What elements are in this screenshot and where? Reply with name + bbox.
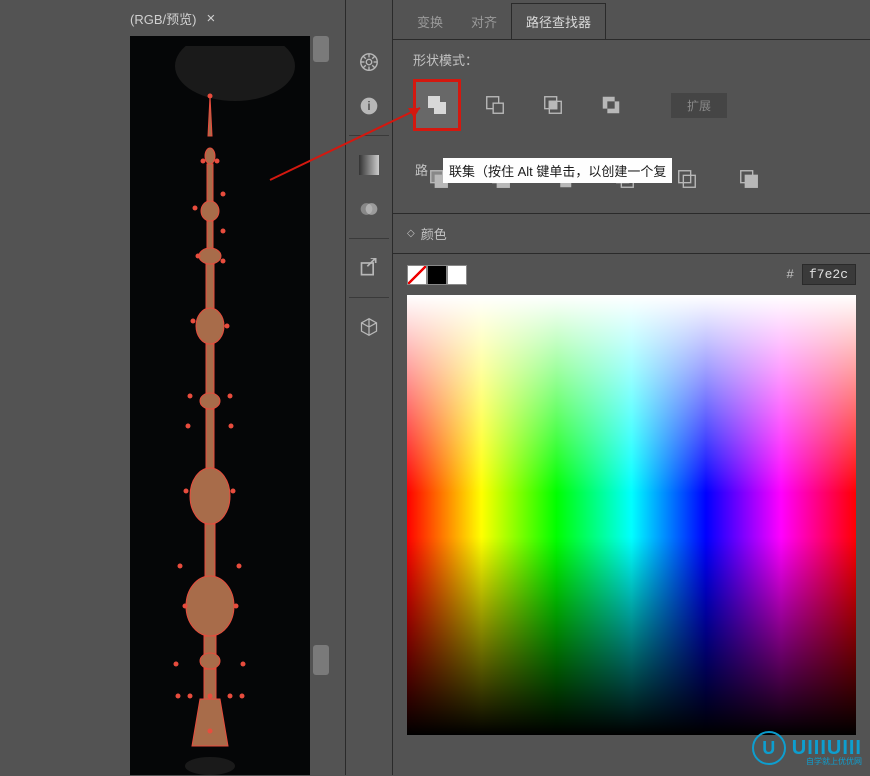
- color-spectrum[interactable]: [407, 295, 856, 735]
- minus-back-button[interactable]: [731, 161, 767, 197]
- document-tab-title: (RGB/预览): [130, 9, 196, 28]
- info-icon[interactable]: i: [352, 89, 386, 123]
- gradient-icon[interactable]: [352, 148, 386, 182]
- scrollbar-thumb[interactable]: [313, 645, 329, 675]
- minus-front-button[interactable]: [477, 87, 513, 123]
- cube-icon[interactable]: [352, 310, 386, 344]
- tab-transform[interactable]: 变换: [403, 4, 457, 39]
- hex-input[interactable]: [802, 264, 856, 285]
- outline-button[interactable]: [669, 161, 705, 197]
- tooltip: 路 联集（按住 Alt 键单击，以创建一个复: [443, 158, 672, 183]
- transparency-icon[interactable]: [352, 192, 386, 226]
- intersect-button[interactable]: [535, 87, 571, 123]
- path-prefix: 路: [415, 160, 428, 179]
- tooltip-text: 联集（按住 Alt 键单击，以创建一个复: [449, 164, 666, 179]
- panel-tabs: 变换 对齐 路径查找器: [393, 0, 870, 40]
- svg-text:i: i: [367, 100, 370, 113]
- docked-panel-strip: i: [345, 0, 393, 775]
- wheel-icon[interactable]: [352, 45, 386, 79]
- tab-align[interactable]: 对齐: [457, 4, 511, 39]
- collapse-icon: ◇: [407, 228, 415, 239]
- expand-button[interactable]: 扩展: [671, 93, 727, 118]
- watermark: U UIIIUIII 自学就上优优网: [752, 731, 862, 765]
- shape-modes-label: 形状模式：: [393, 40, 870, 79]
- swatch-white[interactable]: [447, 265, 467, 285]
- swatch-black[interactable]: [427, 265, 447, 285]
- canvas-scrollbar[interactable]: [310, 36, 332, 775]
- watermark-logo-icon: U: [752, 731, 786, 765]
- export-icon[interactable]: [352, 251, 386, 285]
- scrollbar-thumb[interactable]: [313, 36, 329, 62]
- artwork-shape[interactable]: [130, 36, 310, 775]
- unite-button[interactable]: [413, 79, 461, 131]
- hex-symbol: #: [786, 267, 794, 282]
- tab-pathfinder[interactable]: 路径查找器: [511, 3, 606, 39]
- close-icon[interactable]: ×: [206, 10, 215, 27]
- color-panel-title: 颜色: [421, 224, 447, 243]
- watermark-sub: 自学就上优优网: [806, 756, 862, 767]
- canvas[interactable]: [130, 36, 310, 775]
- color-panel-tab[interactable]: ◇ 颜色: [393, 214, 870, 254]
- exclude-button[interactable]: [593, 87, 629, 123]
- document-tab[interactable]: (RGB/预览) ×: [130, 9, 215, 28]
- swatch-none[interactable]: [407, 265, 427, 285]
